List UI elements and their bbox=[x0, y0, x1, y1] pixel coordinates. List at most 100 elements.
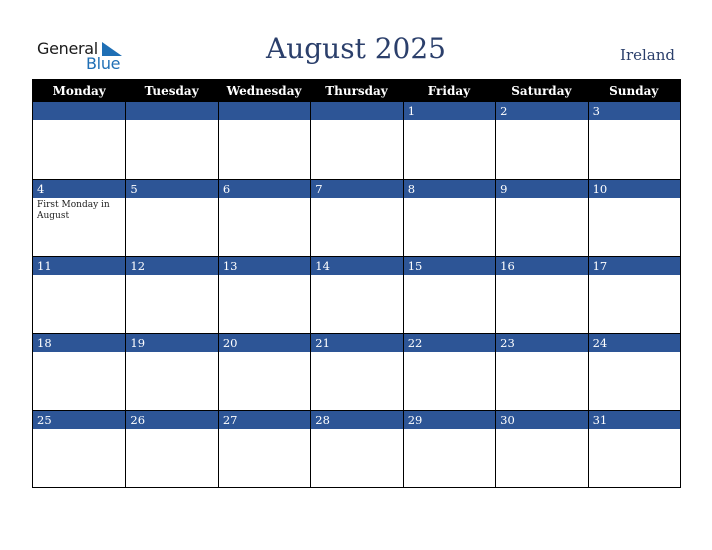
day-number: 24 bbox=[588, 334, 680, 352]
day-cell[interactable]: 23 bbox=[495, 334, 588, 410]
day-number: 28 bbox=[311, 411, 403, 429]
day-number: 14 bbox=[311, 257, 403, 275]
day-cell[interactable] bbox=[33, 102, 126, 179]
week-row: 11 12 13 14 15 16 17 bbox=[33, 256, 680, 333]
day-cell[interactable]: 6 bbox=[217, 180, 311, 256]
weekday-header: Wednesday bbox=[226, 84, 302, 98]
day-cell[interactable]: 20 bbox=[217, 334, 311, 410]
day-cell[interactable]: 17 bbox=[587, 257, 680, 333]
day-number bbox=[126, 102, 218, 120]
day-cell[interactable]: 16 bbox=[495, 257, 588, 333]
day-event bbox=[589, 275, 680, 333]
day-event bbox=[219, 120, 310, 179]
day-cell[interactable]: 31 bbox=[587, 411, 680, 487]
day-number: 19 bbox=[126, 334, 218, 352]
day-number: 15 bbox=[403, 257, 496, 275]
day-cell[interactable]: 7 bbox=[310, 180, 403, 256]
day-cell[interactable]: 29 bbox=[402, 411, 496, 487]
day-cell[interactable]: 25 bbox=[33, 411, 126, 487]
day-number: 13 bbox=[218, 257, 311, 275]
day-number: 11 bbox=[33, 257, 126, 275]
day-event bbox=[496, 429, 587, 487]
day-number: 10 bbox=[588, 180, 680, 198]
day-number: 30 bbox=[496, 411, 588, 429]
day-cell[interactable]: 14 bbox=[310, 257, 403, 333]
day-number: 22 bbox=[403, 334, 496, 352]
day-cell[interactable]: 26 bbox=[125, 411, 218, 487]
day-cell[interactable]: 12 bbox=[125, 257, 218, 333]
day-number: 17 bbox=[588, 257, 680, 275]
day-number: 3 bbox=[588, 102, 680, 120]
day-number: 9 bbox=[496, 180, 588, 198]
day-cell[interactable]: 27 bbox=[217, 411, 311, 487]
day-cell[interactable]: 9 bbox=[495, 180, 588, 256]
day-number: 4 bbox=[33, 180, 126, 198]
day-cell[interactable]: 10 bbox=[587, 180, 680, 256]
day-cell[interactable]: 30 bbox=[495, 411, 588, 487]
day-event bbox=[404, 120, 495, 179]
weekday-header: Friday bbox=[427, 84, 471, 98]
day-event bbox=[219, 275, 310, 333]
day-number: 26 bbox=[126, 411, 218, 429]
day-number: 20 bbox=[218, 334, 311, 352]
day-number: 29 bbox=[403, 411, 496, 429]
day-number: 8 bbox=[403, 180, 496, 198]
day-event bbox=[404, 429, 495, 487]
day-event bbox=[496, 198, 587, 256]
day-cell[interactable]: 5 bbox=[125, 180, 218, 256]
day-event bbox=[126, 352, 217, 410]
weeks-container: 1 2 3 4 First Monday in August 5 6 7 8 9 10 11 12 13 1… bbox=[33, 102, 680, 487]
day-cell[interactable]: 18 bbox=[33, 334, 126, 410]
day-event bbox=[404, 198, 495, 256]
day-event bbox=[33, 275, 125, 333]
weekday-header: Monday bbox=[52, 84, 106, 98]
day-cell[interactable]: 11 bbox=[33, 257, 126, 333]
day-event bbox=[126, 275, 217, 333]
day-event bbox=[496, 275, 587, 333]
day-cell[interactable]: 2 bbox=[495, 102, 588, 179]
week-row: 25 26 27 28 29 30 31 bbox=[33, 410, 680, 487]
day-cell[interactable]: 15 bbox=[402, 257, 496, 333]
day-event bbox=[404, 275, 495, 333]
day-event bbox=[219, 429, 310, 487]
day-cell[interactable]: 1 bbox=[402, 102, 496, 179]
day-event bbox=[311, 198, 402, 256]
day-number: 1 bbox=[403, 102, 496, 120]
day-number: 25 bbox=[33, 411, 126, 429]
day-number: 6 bbox=[218, 180, 311, 198]
day-event bbox=[496, 120, 587, 179]
day-number: 7 bbox=[311, 180, 403, 198]
day-cell[interactable] bbox=[310, 102, 403, 179]
day-cell[interactable]: 3 bbox=[587, 102, 680, 179]
day-cell[interactable]: 19 bbox=[125, 334, 218, 410]
day-event bbox=[311, 275, 402, 333]
day-event bbox=[219, 198, 310, 256]
day-event bbox=[126, 429, 217, 487]
day-cell[interactable]: 8 bbox=[402, 180, 496, 256]
day-number: 23 bbox=[496, 334, 588, 352]
day-number: 21 bbox=[311, 334, 403, 352]
day-number: 16 bbox=[496, 257, 588, 275]
day-event bbox=[311, 429, 402, 487]
day-number: 27 bbox=[218, 411, 311, 429]
day-event bbox=[404, 352, 495, 410]
day-cell[interactable]: 13 bbox=[217, 257, 311, 333]
day-cell[interactable] bbox=[217, 102, 311, 179]
calendar-grid: Monday Tuesday Wednesday Thursday Friday… bbox=[32, 79, 681, 488]
day-cell[interactable]: 4 First Monday in August bbox=[33, 180, 126, 256]
day-cell[interactable]: 21 bbox=[310, 334, 403, 410]
weekday-header-row: Monday Tuesday Wednesday Thursday Friday… bbox=[33, 80, 680, 102]
day-event bbox=[589, 429, 680, 487]
day-event bbox=[589, 198, 680, 256]
day-event bbox=[33, 352, 125, 410]
day-number bbox=[33, 102, 126, 120]
day-number: 12 bbox=[126, 257, 218, 275]
page-title: August 2025 bbox=[266, 32, 446, 65]
day-cell[interactable]: 24 bbox=[587, 334, 680, 410]
day-cell[interactable]: 22 bbox=[402, 334, 496, 410]
day-cell[interactable]: 28 bbox=[310, 411, 403, 487]
day-cell[interactable] bbox=[125, 102, 218, 179]
day-event bbox=[126, 120, 217, 179]
day-event bbox=[219, 352, 310, 410]
day-number bbox=[311, 102, 403, 120]
